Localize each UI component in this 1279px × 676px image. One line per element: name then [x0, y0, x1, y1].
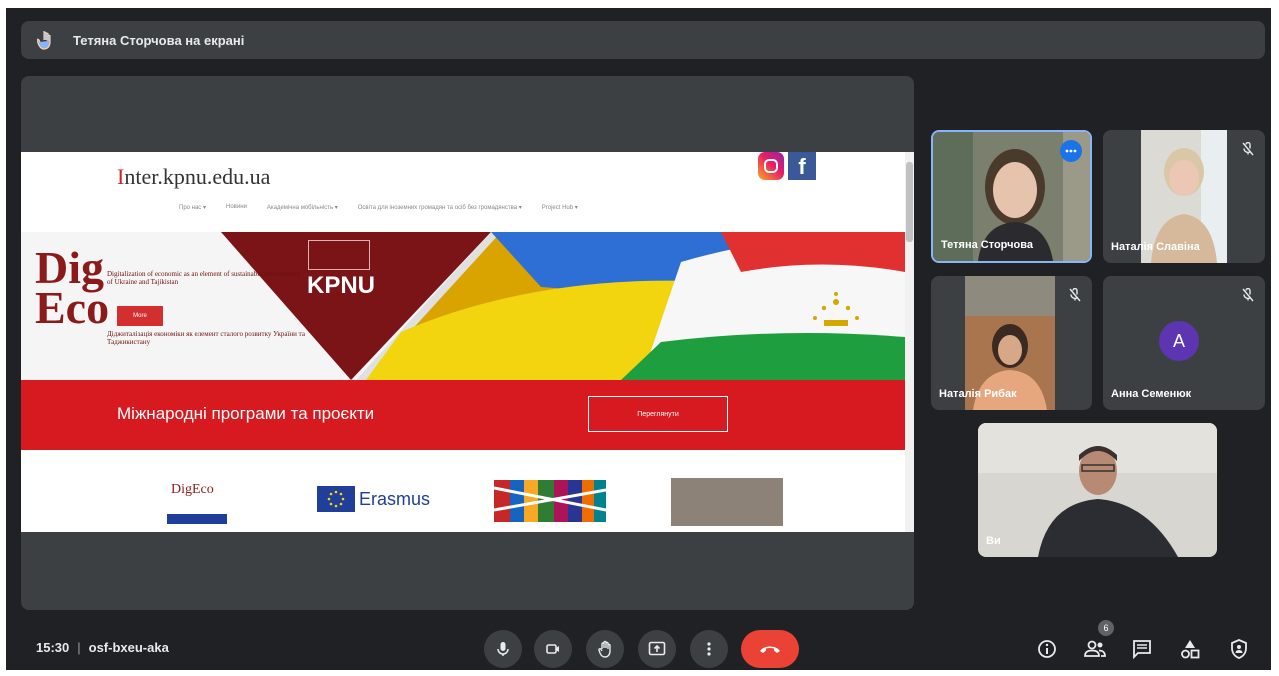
facebook-icon: f: [788, 152, 816, 180]
meeting-details-button[interactable]: [1036, 638, 1058, 660]
site-nav-item: Академічна мобільність ▾: [266, 205, 338, 211]
participant-tile[interactable]: Наталія Славіна: [1103, 130, 1265, 263]
raise-hand-button[interactable]: [586, 630, 624, 668]
participant-video: [978, 423, 1217, 557]
participant-tile[interactable]: A Анна Семенюк: [1103, 276, 1265, 410]
presenter-title: Тетяна Сторчова на екрані: [73, 32, 245, 48]
site-logo: Inter.kpnu.edu.ua: [117, 164, 271, 189]
activities-icon: [1181, 640, 1200, 659]
shared-screen: Inter.kpnu.edu.ua f Про нас ▾ Новини Ака…: [21, 152, 914, 532]
participant-name: Анна Семенюк: [1111, 388, 1192, 400]
host-controls-button[interactable]: [1228, 638, 1250, 660]
eu-flag-icon: [317, 486, 355, 512]
meeting-code: osf-bxeu-aka: [88, 640, 169, 655]
site-nav-item: Новини: [225, 204, 247, 210]
digeco-logo: Dig Eco: [35, 242, 110, 333]
banner-text-uk: Діджиталізація економіки як елемент стал…: [107, 330, 305, 346]
mic-off-icon: [1242, 142, 1254, 156]
chat-icon: [1133, 640, 1151, 659]
people-icon: [1084, 640, 1106, 657]
university-crest-icon: [308, 240, 370, 270]
presenting-banner: Тетяна Сторчова на екрані: [21, 21, 1265, 59]
shared-screen-scrollbar: [905, 152, 914, 532]
participant-tile[interactable]: Наталія Рибак: [931, 276, 1092, 410]
participant-name: Тетяна Сторчова: [941, 239, 1033, 251]
mic-off-icon: [1242, 288, 1254, 302]
more-options-button[interactable]: [690, 630, 728, 668]
chat-button[interactable]: [1131, 638, 1153, 660]
participant-name: Наталія Славіна: [1111, 241, 1200, 253]
people-button[interactable]: [1084, 638, 1106, 660]
hand-icon: [598, 640, 611, 658]
flags-image: [494, 480, 606, 522]
site-nav-item: Освіта для іноземних громадян та осіб бе…: [357, 205, 522, 211]
programs-heading: Міжнародні програми та проєкти: [117, 404, 375, 423]
programs-section: Міжнародні програми та проєкти Перегляну…: [21, 380, 905, 450]
meet-window: Тетяна Сторчова на екрані Inter.kpnu.edu…: [0, 0, 1279, 676]
participant-name: Наталія Рибак: [939, 388, 1017, 400]
more-vert-icon: [707, 642, 711, 656]
site-nav: Про нас ▾ Новини Академічна мобільність …: [179, 204, 578, 211]
banner-text-en: Digitalization of economic as an element…: [107, 270, 301, 286]
raised-hand-icon: [35, 29, 57, 51]
meeting-time: 15:30: [36, 640, 70, 655]
partner-logos: DigEco Erasmus: [21, 450, 905, 532]
info-icon: [1038, 640, 1056, 658]
mic-off-icon: [1069, 288, 1081, 302]
microphone-icon: [497, 642, 509, 656]
social-links: f: [758, 152, 816, 180]
presentation-stage: Inter.kpnu.edu.ua f Про нас ▾ Новини Ака…: [21, 76, 914, 610]
building-photo: [671, 478, 783, 526]
avatar: A: [1159, 321, 1199, 361]
instagram-icon: [758, 152, 784, 180]
camera-icon: [546, 644, 559, 654]
activities-button[interactable]: [1179, 638, 1201, 660]
speaking-indicator-icon: [1060, 140, 1082, 162]
site-nav-item: Project Hub ▾: [541, 205, 578, 211]
call-controls-bar: 15:30 | osf-bxeu-aka 6: [0, 620, 1279, 670]
frame-edge: [0, 0, 1279, 8]
digeco-partner-logo: DigEco: [171, 482, 214, 497]
site-nav-item: Про нас ▾: [179, 205, 206, 211]
participant-tile[interactable]: Тетяна Сторчова: [931, 130, 1092, 263]
kpnu-logo: KPNU: [307, 272, 376, 299]
website-banner: Dig Eco Digitalization of economic as an …: [21, 232, 905, 380]
camera-button[interactable]: [534, 630, 572, 668]
microphone-button[interactable]: [484, 630, 522, 668]
erasmus-label: Erasmus: [359, 488, 431, 509]
erasmus-logo: Erasmus: [317, 486, 430, 512]
present-icon: [648, 641, 666, 656]
participant-name: Ви: [986, 535, 1001, 547]
eu-flag-icon: [167, 514, 227, 524]
frame-edge: [1271, 0, 1279, 676]
frame-edge: [0, 0, 6, 676]
end-call-button[interactable]: [741, 630, 799, 668]
participant-count-badge: 6: [1098, 620, 1114, 636]
frame-edge: [0, 670, 1279, 676]
view-button: Переглянути: [588, 396, 728, 432]
shield-icon: [1231, 639, 1247, 659]
present-screen-button[interactable]: [638, 630, 676, 668]
hang-up-icon: [760, 646, 780, 653]
more-button: More: [117, 306, 163, 326]
meeting-info: 15:30 | osf-bxeu-aka: [36, 640, 169, 655]
participant-tile-self[interactable]: Ви: [978, 423, 1217, 557]
